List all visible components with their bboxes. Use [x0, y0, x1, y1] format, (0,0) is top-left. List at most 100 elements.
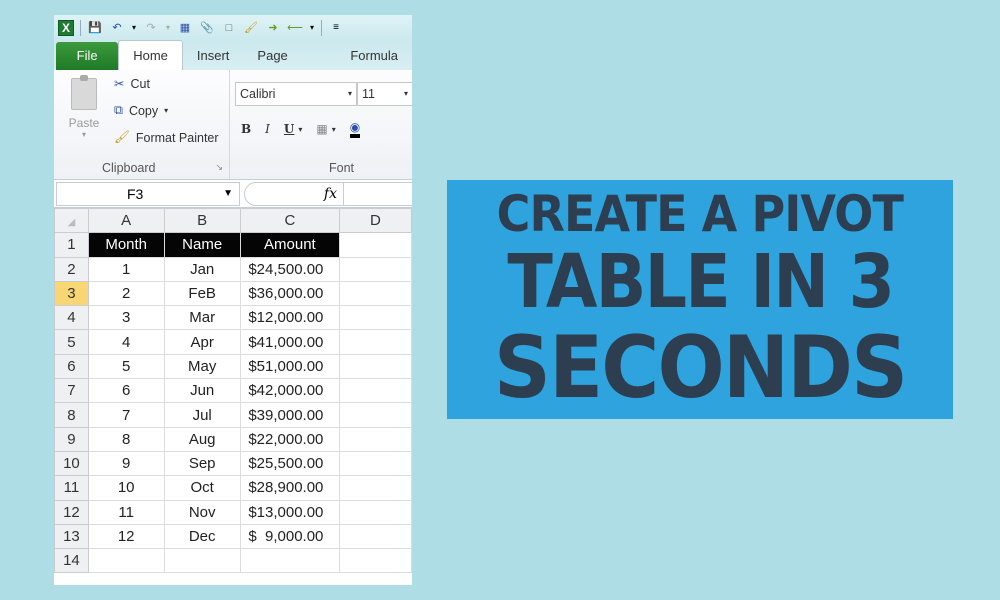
cell-name[interactable]: Oct [163, 475, 241, 501]
row-header[interactable]: 2 [54, 256, 89, 282]
cell-month[interactable]: 1 [87, 256, 165, 282]
undo-dropdown-icon[interactable]: ▾ [131, 20, 137, 36]
cell-month[interactable]: 9 [87, 450, 165, 477]
cell-empty[interactable] [338, 280, 412, 307]
row-header[interactable]: 1 [54, 232, 89, 258]
italic-button[interactable]: I [265, 122, 270, 136]
cell-amount[interactable]: $22,000.00 [239, 426, 340, 452]
tab-home[interactable]: Home [118, 40, 183, 70]
cell-month[interactable]: 4 [87, 329, 165, 355]
cell-amount[interactable]: $28,900.00 [239, 475, 340, 501]
tab-formulas[interactable]: Formula [336, 42, 412, 70]
borders-icon[interactable]: ▦ [316, 122, 327, 136]
borders-dropdown-icon[interactable]: ▾ [332, 125, 336, 134]
undo-icon[interactable]: ↶ [109, 20, 125, 36]
cell-month[interactable]: 7 [87, 402, 165, 428]
row-header[interactable]: 3 [54, 280, 89, 307]
cell-month[interactable]: 8 [87, 426, 165, 452]
dialog-launcher-icon[interactable]: ↘ [215, 162, 223, 173]
cell-month-header[interactable]: Month [87, 232, 165, 258]
row-header[interactable]: 14 [54, 548, 89, 574]
cell-empty[interactable] [338, 499, 412, 525]
row-header[interactable]: 12 [54, 499, 89, 525]
font-size-select[interactable]: 11 ▾ [357, 82, 412, 106]
cell-empty[interactable] [338, 450, 412, 477]
cell-empty[interactable] [338, 232, 412, 258]
formula-input[interactable] [344, 181, 412, 206]
column-header-b[interactable]: B [163, 207, 241, 234]
print-preview-icon[interactable]: ▦ [177, 20, 193, 36]
cell-amount[interactable] [239, 548, 340, 574]
redo-dropdown-icon[interactable]: ▾ [165, 20, 171, 36]
cell-month[interactable]: 6 [87, 378, 165, 404]
cut-button[interactable]: ✂ Cut [114, 76, 150, 92]
insert-function-button[interactable]: fx [244, 181, 344, 206]
cell-amount[interactable]: $24,500.00 [239, 256, 340, 282]
cell-name[interactable]: Dec [163, 523, 241, 550]
column-header-c[interactable]: C [239, 207, 340, 234]
cell-empty[interactable] [338, 378, 412, 404]
cell-amount[interactable]: $36,000.00 [239, 280, 340, 307]
cell-name[interactable]: Mar [163, 305, 241, 331]
cell-month[interactable]: 3 [87, 305, 165, 331]
cell-amount[interactable]: $41,000.00 [239, 329, 340, 355]
cell-name[interactable]: FeB [163, 280, 241, 307]
tab-page-layout[interactable]: Page Layout [243, 42, 336, 91]
forward-arrow-icon[interactable]: ➜ [265, 20, 281, 36]
underline-dropdown-icon[interactable]: ▾ [298, 125, 302, 134]
cell-name[interactable]: Sep [163, 450, 241, 477]
column-header-d[interactable]: D [338, 207, 412, 234]
cell-empty[interactable] [338, 402, 412, 428]
row-header[interactable]: 13 [54, 523, 89, 550]
select-all-corner[interactable]: ◢ [54, 207, 89, 234]
format-painter-icon[interactable]: 🖌 [243, 20, 259, 36]
cell-name[interactable]: Jul [163, 402, 241, 428]
cell-empty[interactable] [338, 548, 412, 574]
cell-empty[interactable] [338, 426, 412, 452]
redo-icon[interactable]: ↷ [143, 20, 159, 36]
cell-month[interactable]: 11 [87, 499, 165, 525]
row-header[interactable]: 11 [54, 475, 89, 501]
cell-amount[interactable]: $51,000.00 [239, 353, 340, 380]
cell-month[interactable]: 10 [87, 475, 165, 501]
cell-month[interactable] [87, 548, 165, 574]
cell-amount-header[interactable]: Amount [239, 232, 340, 258]
tab-file[interactable]: File [56, 42, 119, 70]
cell-name[interactable]: Nov [163, 499, 241, 525]
column-header-a[interactable]: A [87, 207, 165, 234]
paste-button[interactable]: Paste ▾ [64, 75, 104, 139]
cell-name[interactable]: Aug [163, 426, 241, 452]
cell-amount[interactable]: $42,000.00 [239, 378, 340, 404]
cell-amount[interactable]: $12,000.00 [239, 305, 340, 331]
excel-logo-icon[interactable]: X [58, 19, 74, 36]
tab-insert[interactable]: Insert [183, 42, 244, 70]
row-header[interactable]: 6 [54, 353, 89, 380]
cell-amount[interactable]: $13,000.00 [239, 499, 340, 525]
cell-empty[interactable] [338, 475, 412, 501]
cell-month[interactable]: 5 [87, 353, 165, 380]
row-header[interactable]: 9 [54, 426, 89, 452]
copy-button[interactable]: ⧉ Copy ▾ [114, 103, 168, 118]
cell-empty[interactable] [338, 353, 412, 380]
cell-empty[interactable] [338, 523, 412, 550]
cell-empty[interactable] [338, 329, 412, 355]
name-box[interactable]: F3 ▼ [56, 181, 240, 206]
new-document-icon[interactable]: □ [221, 20, 237, 36]
underline-button[interactable]: U [284, 122, 294, 136]
back-dropdown-icon[interactable]: ▾ [309, 20, 315, 36]
cell-amount[interactable]: $25,500.00 [239, 450, 340, 477]
customize-toolbar-icon[interactable]: ≡ [328, 20, 344, 36]
cell-amount[interactable]: $ 9,000.00 [239, 523, 340, 550]
cell-name[interactable]: Apr [163, 329, 241, 355]
cell-name[interactable]: Jan [163, 256, 241, 282]
cell-name[interactable]: May [163, 353, 241, 380]
attach-icon[interactable]: 📎 [199, 20, 215, 36]
row-header[interactable]: 7 [54, 378, 89, 404]
format-painter-button[interactable]: 🖌 Format Painter [114, 130, 219, 145]
cell-name[interactable] [163, 548, 241, 574]
cell-name-header[interactable]: Name [163, 232, 241, 258]
font-name-select[interactable]: Calibri ▾ [235, 82, 357, 106]
cell-empty[interactable] [338, 305, 412, 331]
cell-month[interactable]: 12 [87, 523, 165, 550]
save-icon[interactable]: 💾 [87, 20, 103, 36]
